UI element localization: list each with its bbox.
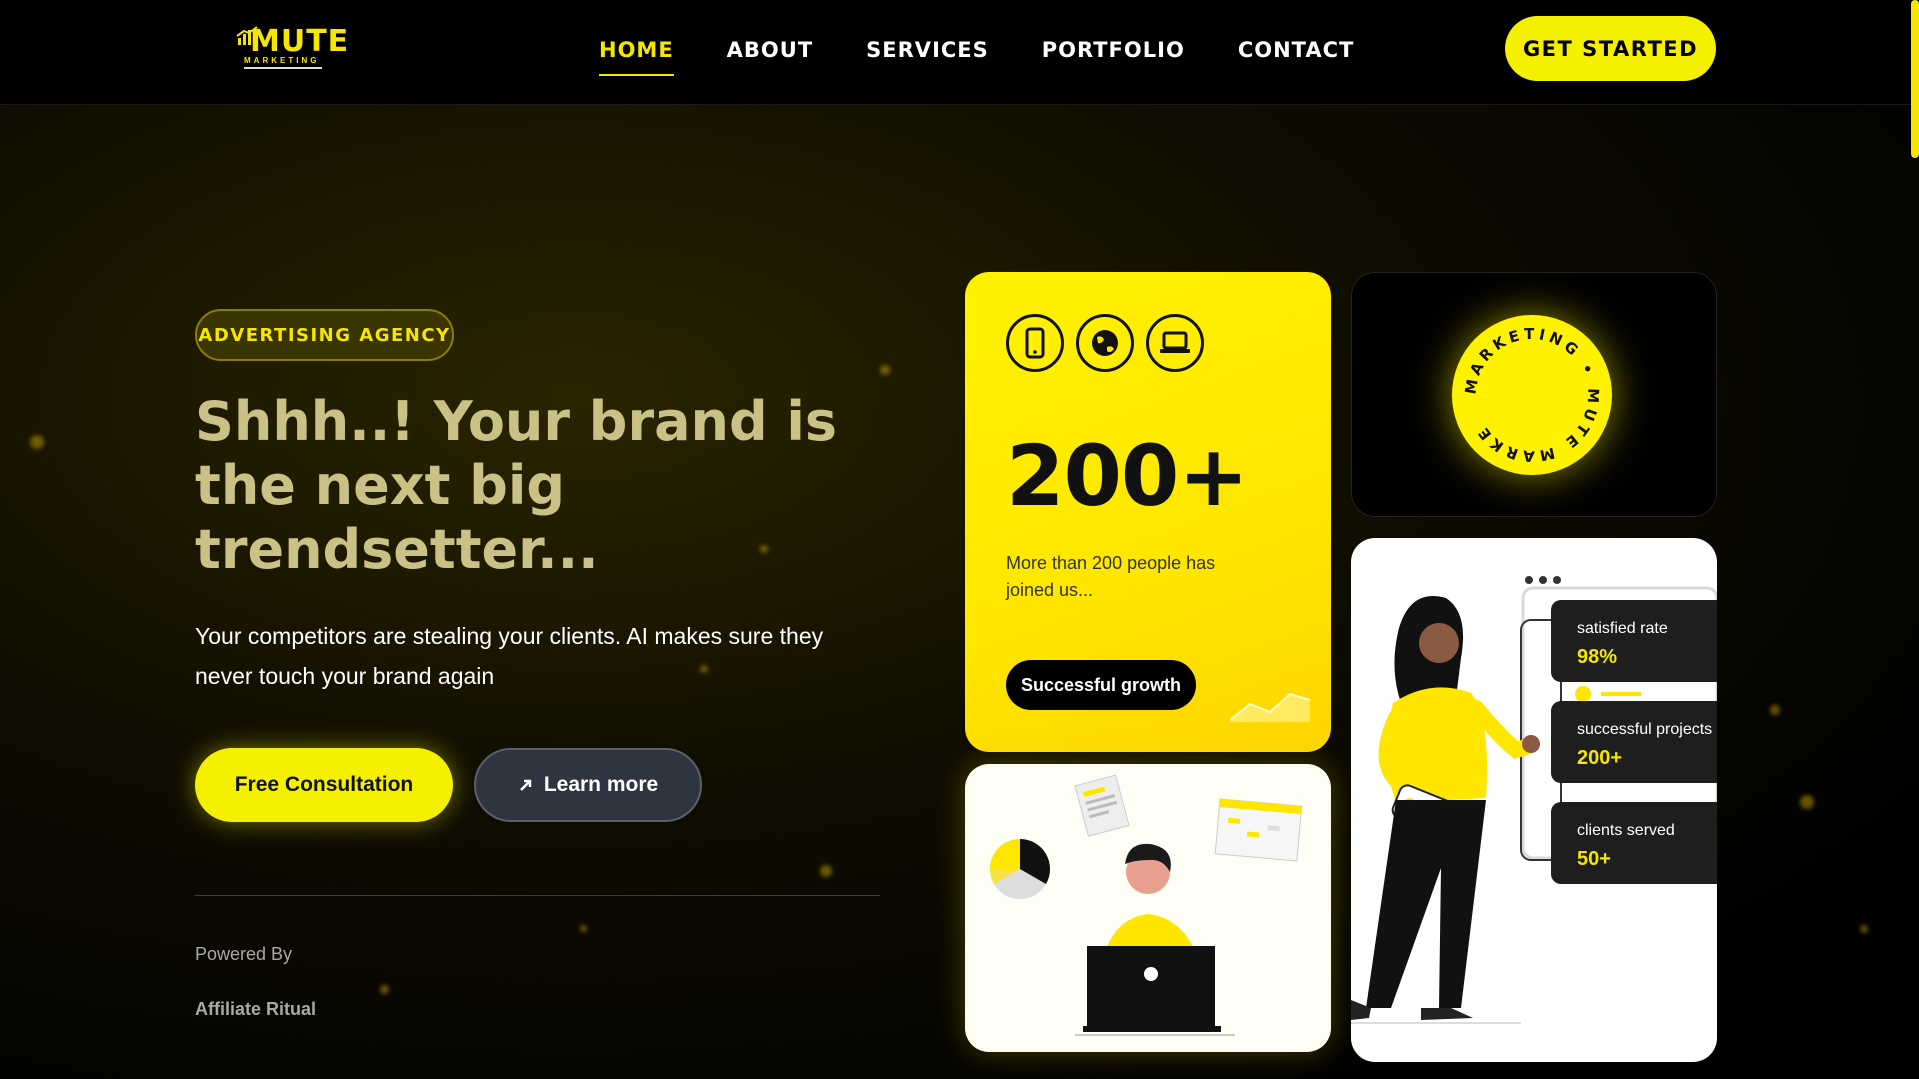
bokeh-dot	[580, 925, 587, 932]
hero-subtitle: Your competitors are stealing your clien…	[195, 623, 824, 689]
stat-description: More than 200 people has joined us...	[1006, 553, 1216, 600]
brand-logo[interactable]: MUTE MARKETING	[234, 18, 348, 70]
bokeh-dot	[820, 865, 832, 877]
illustration-card-laptop	[965, 764, 1331, 1052]
nav-contact[interactable]: CONTACT	[1238, 38, 1355, 76]
stat-satisfied-rate: satisfied rate 98%	[1551, 600, 1717, 682]
agency-badge: ADVERTISING AGENCY	[195, 309, 454, 361]
bokeh-dot	[1770, 705, 1780, 715]
learn-more-label: Learn more	[543, 773, 659, 796]
rotating-text-ring: MARKETING • MUTE MARKE	[1461, 325, 1602, 465]
phone-icon	[1006, 314, 1064, 372]
nav-services[interactable]: SERVICES	[866, 38, 989, 76]
arrow-up-right-icon	[519, 779, 532, 791]
get-started-button[interactable]: GET STARTED	[1505, 16, 1716, 81]
logo-subtext: MARKETING	[244, 56, 320, 65]
free-consultation-button[interactable]: Free Consultation	[195, 748, 453, 822]
stat-value: 98%	[1577, 646, 1618, 668]
bokeh-dot	[380, 985, 389, 994]
bokeh-dot	[1860, 925, 1868, 933]
ring-text: MARKETING • MUTE MARKE	[1461, 325, 1598, 465]
person-laptop-illustration	[990, 774, 1303, 1036]
logo-underline	[244, 67, 322, 69]
laptop-icon	[1146, 314, 1204, 372]
successful-growth-button[interactable]: Successful growth	[1006, 660, 1196, 710]
stat-label: clients served	[1577, 822, 1675, 839]
svg-text:MARKETING • MUTE MARKE: MARKETING • MUTE MARKE	[1461, 325, 1602, 465]
stat-label: successful projects	[1577, 721, 1713, 738]
logo-card: MARKETING • MUTE MARKE	[1351, 272, 1717, 517]
nav-about[interactable]: ABOUT	[727, 38, 814, 76]
hero-title: Shhh..! Your brand is the next big trend…	[195, 390, 838, 581]
bokeh-dot	[30, 435, 44, 449]
nav-home[interactable]: HOME	[599, 38, 674, 76]
scrollbar-thumb[interactable]	[1911, 0, 1919, 158]
mute-marketing-seal: MARKETING • MUTE MARKE	[1452, 315, 1612, 475]
stat-card: 200+ More than 200 people has joined us.…	[965, 272, 1331, 752]
stat-value: 200+	[1577, 747, 1623, 769]
site-header: MUTE MARKETING HOME ABOUT SERVICES PORTF…	[0, 0, 1919, 105]
stat-value: 200+	[1006, 427, 1249, 525]
stat-clients-served: clients served 50+	[1551, 802, 1717, 884]
logo-text: MUTE	[250, 24, 350, 59]
learn-more-button[interactable]: Learn more	[474, 748, 702, 822]
powered-by-name[interactable]: Affiliate Ritual	[195, 999, 316, 1020]
stat-successful-projects: successful projects 200+	[1551, 701, 1717, 783]
hero-divider	[195, 895, 880, 896]
globe-icon	[1076, 314, 1134, 372]
main-nav: HOME ABOUT SERVICES PORTFOLIO CONTACT	[599, 38, 1354, 76]
bokeh-dot	[880, 365, 890, 375]
bokeh-dot	[1800, 795, 1814, 809]
stat-value: 50+	[1577, 848, 1611, 870]
powered-by-label: Powered By	[195, 944, 293, 964]
illustration-card-stats: satisfied rate 98% successful projects 2…	[1351, 538, 1717, 1062]
trend-line-icon	[1230, 692, 1310, 722]
stat-label: satisfied rate	[1577, 620, 1668, 637]
nav-portfolio[interactable]: PORTFOLIO	[1042, 38, 1185, 76]
